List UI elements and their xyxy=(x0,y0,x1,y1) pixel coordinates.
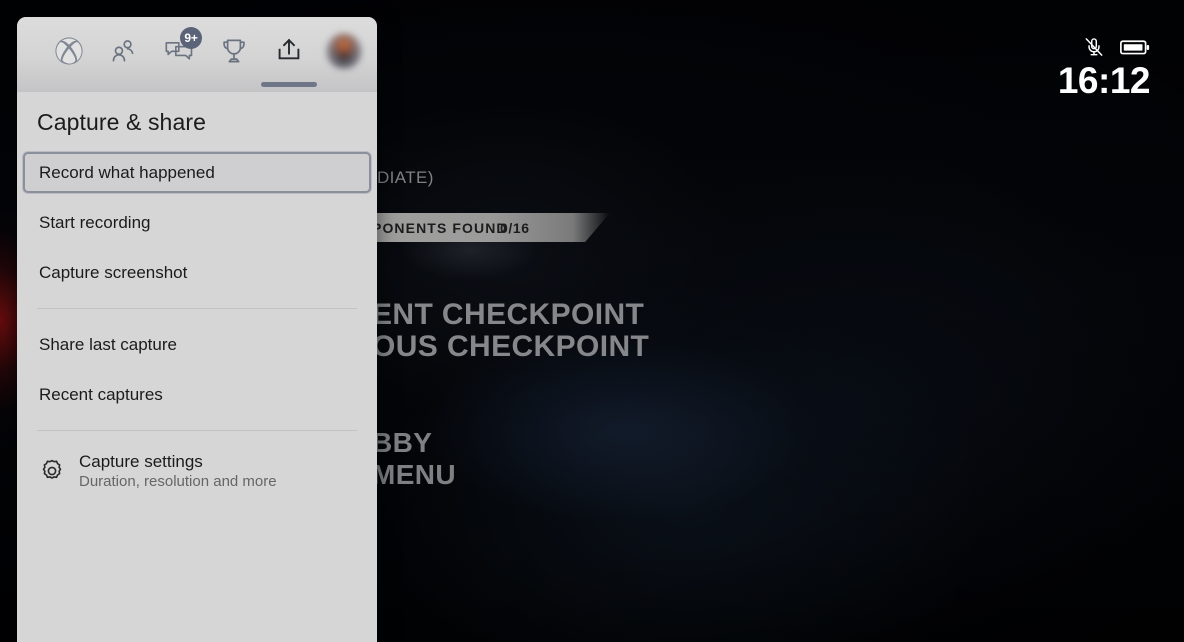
friends-button[interactable] xyxy=(96,23,151,79)
microphone-muted-icon xyxy=(1083,36,1105,58)
system-clock: 16:12 xyxy=(1057,60,1151,101)
game-objective-count: 0/16 xyxy=(500,220,530,236)
page-title: Capture & share xyxy=(37,109,206,135)
game-lobby-text: BBY xyxy=(372,427,433,458)
people-icon xyxy=(109,37,138,66)
chat-button[interactable]: 9+ xyxy=(151,23,206,79)
gamebar-toolbar: 9+ xyxy=(17,17,377,87)
settings-subtitle: Duration, resolution and more xyxy=(79,472,277,490)
menu-item-label: Capture screenshot xyxy=(39,262,188,282)
upload-share-icon xyxy=(274,36,304,66)
xbox-icon xyxy=(54,36,84,66)
game-menu-text: MENU xyxy=(372,459,457,490)
menu-item-capture-screenshot[interactable]: Capture screenshot xyxy=(23,252,371,293)
status-icons xyxy=(1083,34,1150,60)
capture-share-button[interactable] xyxy=(260,23,317,87)
xbox-logo-button[interactable] xyxy=(41,23,96,79)
avatar xyxy=(325,33,362,69)
divider xyxy=(37,430,357,431)
trophy-icon xyxy=(221,37,247,65)
menu-item-share-last-capture[interactable]: Share last capture xyxy=(23,324,371,365)
panel-body: Capture & share Record what happened Sta… xyxy=(17,92,377,642)
status-cluster: 16:12 xyxy=(1057,34,1151,101)
achievements-button[interactable] xyxy=(206,23,261,79)
gear-icon xyxy=(39,458,65,484)
gamebar-header: 9+ xyxy=(17,17,377,92)
active-tab-indicator xyxy=(260,82,317,87)
settings-title: Capture settings xyxy=(79,451,203,471)
menu-item-label: Recent captures xyxy=(39,384,163,404)
game-checkpoint-previous-text: OUS CHECKPOINT xyxy=(372,330,650,363)
menu-item-record-what-happened[interactable]: Record what happened xyxy=(23,152,371,193)
divider xyxy=(37,308,357,309)
menu-item-capture-settings[interactable]: Capture settings Duration, resolution an… xyxy=(23,446,371,496)
menu-item-recent-captures[interactable]: Recent captures xyxy=(23,374,371,415)
screen-root: RMEDIATE) PONENTS FOUND 0/16 ENT CHECKPO… xyxy=(0,0,1184,642)
menu-item-label: Record what happened xyxy=(39,162,215,182)
chat-unread-badge: 9+ xyxy=(180,27,202,49)
game-objective-label: PONENTS FOUND xyxy=(372,220,508,236)
settings-text-block: Capture settings Duration, resolution an… xyxy=(79,451,277,492)
battery-icon xyxy=(1120,38,1150,57)
profile-button[interactable] xyxy=(316,23,371,79)
menu-item-start-recording[interactable]: Start recording xyxy=(23,202,371,243)
capture-and-share-panel: 9+ Capture & share Record what happened … xyxy=(17,17,377,642)
menu-item-label: Start recording xyxy=(39,212,151,232)
menu-item-label: Share last capture xyxy=(39,334,177,354)
game-checkpoint-current-text: ENT CHECKPOINT xyxy=(372,298,645,331)
